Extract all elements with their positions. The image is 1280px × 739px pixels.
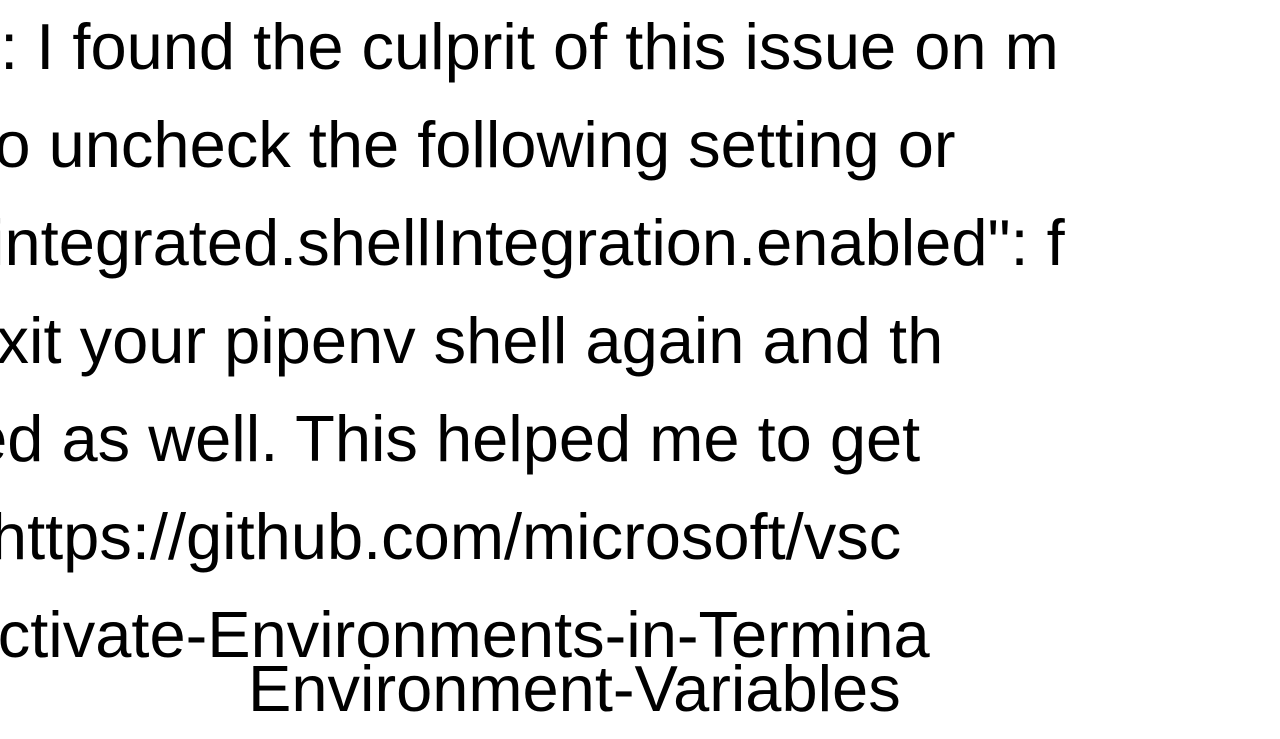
text-line-6: tion: https://github.com/microsoft/vsc: [0, 488, 901, 587]
text-line-8: Environment-Variables: [248, 640, 901, 739]
text-line-2: ed to uncheck the following setting or: [0, 96, 956, 195]
text-line-1: 3: I found the culprit of this issue on …: [0, 0, 1059, 97]
text-line-3: .integrated.shellIntegration.enabled": f: [0, 194, 1065, 293]
text-line-4: an exit your pipenv shell again and th: [0, 292, 943, 391]
text-line-5: exited as well. This helped me to get: [0, 390, 920, 489]
